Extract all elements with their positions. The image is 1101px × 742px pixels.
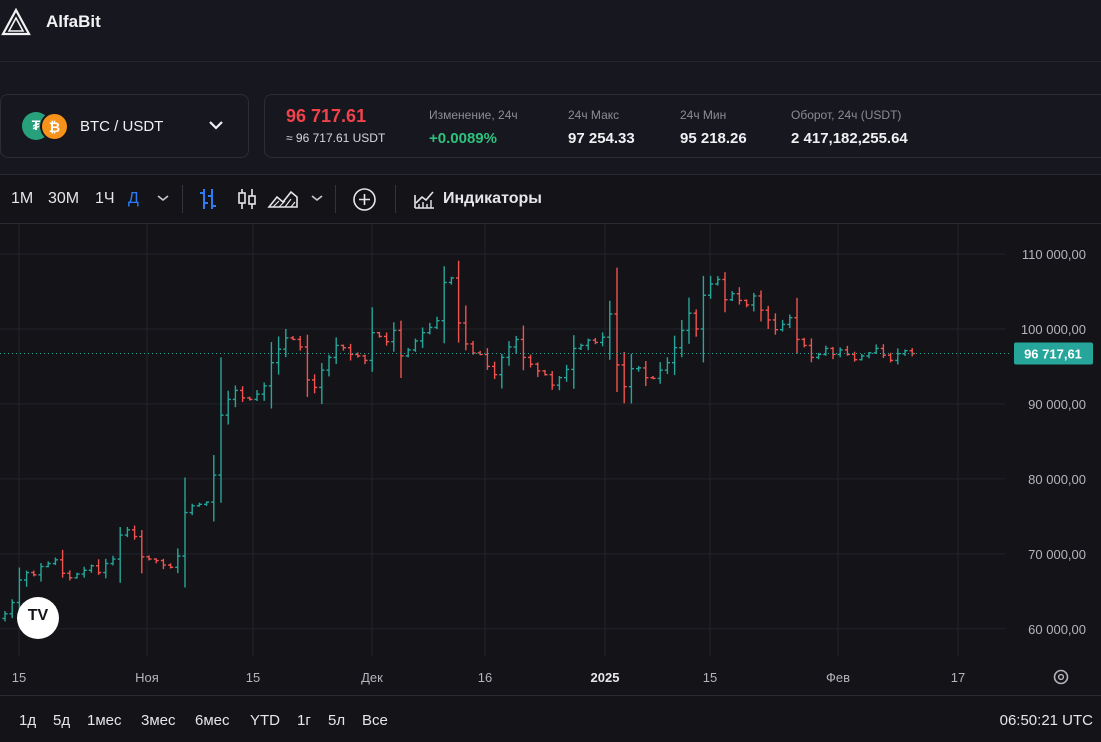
timeframe-1h[interactable]: 1Ч [95,190,115,208]
ticker-stats: 96 717.61 ≈ 96 717.61 USDT Изменение, 24… [264,94,1101,158]
high-value: 97 254.33 [568,130,635,147]
x-axis-tick-label: 15 [12,670,26,685]
x-axis-tick-label: Ноя [135,670,159,685]
low-label: 24ч Мин [680,108,727,122]
chart-widget: 1М 30М 1Ч Д Индикаторы 110 000,00 100 00… [0,174,1101,742]
timeframe-1m[interactable]: 1М [11,190,33,208]
chevron-down-icon[interactable] [208,119,224,131]
range-bar: 1д 5д 1мес 3мес 6мес YTD 1г 5л Все 06:50… [0,695,1101,742]
volume-value: 2 417,182,255.64 [791,130,908,147]
y-axis-tick-label: 70 000,00 [1028,547,1086,562]
last-price: 96 717.61 [286,106,367,126]
chart-type-dropdown-icon[interactable] [310,193,324,203]
indicators-icon[interactable] [412,187,436,211]
toolbar-separator [395,185,396,213]
chart-toolbar: 1М 30М 1Ч Д Индикаторы [0,175,1101,224]
range-3mo[interactable]: 3мес [141,712,176,729]
bitcoin-icon: ₿ [40,112,69,141]
range-6mo[interactable]: 6мес [195,712,230,729]
alfabit-logo-icon [1,8,31,36]
volume-label: Оборот, 24ч (USDT) [791,108,902,122]
tradingview-logo-icon[interactable]: TV [17,597,59,639]
high-label: 24ч Макс [568,108,620,122]
x-axis-tick-label: 15 [246,670,260,685]
timeframe-day[interactable]: Д [128,190,139,208]
timeframe-30m[interactable]: 30М [48,190,79,208]
range-ytd[interactable]: YTD [250,712,280,729]
price-chart[interactable]: 110 000,00 100 000,00 90 000,00 80 000,00 70… [0,224,1101,696]
toolbar-separator [182,185,183,213]
low-value: 95 218.26 [680,130,747,147]
y-axis-tick-label: 90 000,00 [1028,397,1086,412]
y-axis-tick-label: 60 000,00 [1028,622,1086,637]
x-axis-tick-label: 16 [478,670,492,685]
area-chart-type-icon[interactable] [267,187,299,211]
range-all[interactable]: Все [362,712,388,729]
y-axis-tick-label: 100 000,00 [1021,322,1086,337]
y-axis-tick-label: 80 000,00 [1028,472,1086,487]
range-1d[interactable]: 1д [19,712,36,729]
top-bar: AlfaBit [0,0,1101,62]
pair-label: BTC / USDT [80,118,164,135]
add-compare-icon[interactable] [352,187,377,212]
change-value: +0.0089% [429,130,497,147]
range-5y[interactable]: 5л [328,712,345,729]
indicators-button[interactable]: Индикаторы [443,190,542,208]
range-1y[interactable]: 1г [297,712,311,729]
app-name: AlfaBit [46,12,101,31]
axis-settings-icon[interactable] [1053,669,1069,685]
pair-selector[interactable]: ₮ ₿ BTC / USDT [0,94,249,158]
last-price-tag-label: 96 717,61 [1024,347,1082,362]
x-axis-tick-label: 2025 [591,670,620,685]
timeframe-dropdown-icon[interactable] [156,193,170,203]
utc-clock[interactable]: 06:50:21 UTC [1000,712,1093,729]
range-1mo[interactable]: 1мес [87,712,122,729]
x-axis-tick-label: 17 [951,670,965,685]
range-5d[interactable]: 5д [53,712,70,729]
toolbar-separator [335,185,336,213]
bar-chart-type-icon[interactable] [197,187,219,211]
last-price-usdt: ≈ 96 717.61 USDT [286,131,386,145]
candle-chart-type-icon[interactable] [236,187,258,211]
x-axis-tick-label: Фев [826,670,850,685]
x-axis-tick-label: Дек [361,670,383,685]
x-axis-tick-label: 15 [703,670,717,685]
y-axis-tick-label: 110 000,00 [1022,247,1086,262]
axis-settings-icon-center [1057,673,1065,681]
change-label: Изменение, 24ч [429,108,518,122]
